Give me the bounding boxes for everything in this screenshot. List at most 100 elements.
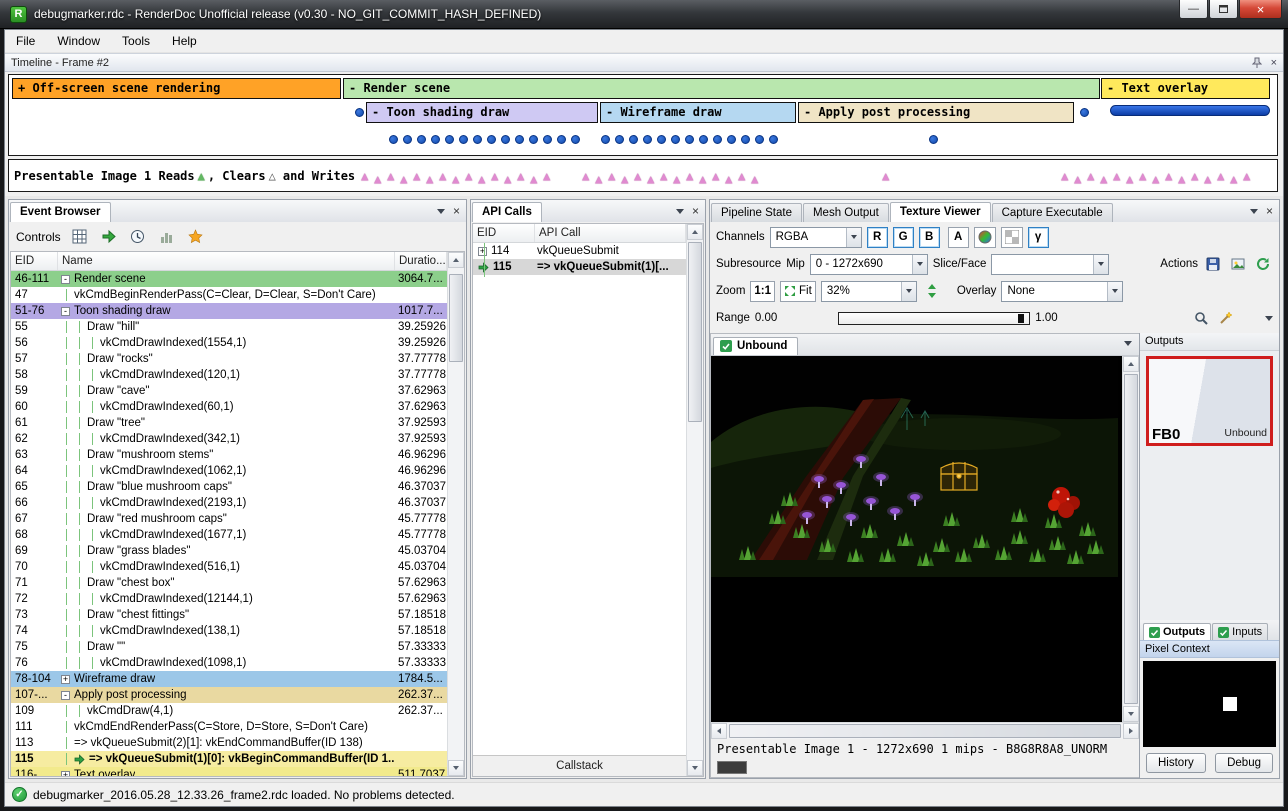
- menu-item-tools[interactable]: Tools: [111, 30, 161, 52]
- event-row[interactable]: 65Draw "blue mushroom caps"46.37037: [11, 479, 447, 495]
- scroll-track[interactable]: [687, 240, 703, 760]
- event-row[interactable]: 58vkCmdDrawIndexed(120,1)37.77778: [11, 367, 447, 383]
- pixel-context-preview[interactable]: [1143, 661, 1276, 747]
- channel-green-button[interactable]: G: [893, 227, 914, 248]
- overlay-select[interactable]: None: [1001, 281, 1123, 302]
- scroll-down-button[interactable]: [1123, 706, 1139, 722]
- api-calls-scrollbar[interactable]: [686, 224, 703, 776]
- save-icon[interactable]: [1203, 254, 1223, 274]
- timeline-titlebar[interactable]: Timeline - Frame #2 ×: [5, 53, 1283, 72]
- draw-event-dot[interactable]: [629, 135, 638, 144]
- event-row[interactable]: 47vkCmdBeginRenderPass(C=Clear, D=Clear,…: [11, 287, 447, 303]
- colorwheel-button[interactable]: [974, 227, 996, 248]
- expander-expand[interactable]: +: [61, 771, 70, 777]
- tab-api-calls[interactable]: API Calls: [472, 202, 542, 222]
- range-min-value[interactable]: 0.00: [755, 312, 777, 324]
- scroll-up-button[interactable]: [1123, 356, 1139, 372]
- texture-viewer-close-icon[interactable]: ×: [1266, 205, 1273, 217]
- menu-item-window[interactable]: Window: [46, 30, 111, 52]
- event-row[interactable]: 107-...-Apply post processing262.37...: [11, 687, 447, 703]
- pin-icon[interactable]: [1252, 57, 1262, 69]
- event-row[interactable]: 60vkCmdDrawIndexed(60,1)37.62963: [11, 399, 447, 415]
- minimize-button[interactable]: —: [1179, 0, 1208, 19]
- timeline-close-icon[interactable]: ×: [1271, 57, 1277, 69]
- draw-event-dot[interactable]: [601, 135, 610, 144]
- col-api-eid[interactable]: EID: [473, 224, 535, 242]
- event-row[interactable]: 62vkCmdDrawIndexed(342,1)37.92593: [11, 431, 447, 447]
- draw-event-dot[interactable]: [557, 135, 566, 144]
- goto-eid-icon[interactable]: [99, 227, 119, 247]
- tab-outputs[interactable]: Outputs: [1143, 623, 1211, 640]
- draw-event-dot[interactable]: [529, 135, 538, 144]
- draw-event-dot[interactable]: [929, 135, 938, 144]
- channel-blue-button[interactable]: B: [919, 227, 940, 248]
- event-row[interactable]: 63Draw "mushroom stems"46.96296: [11, 447, 447, 463]
- draw-event-dot[interactable]: [487, 135, 496, 144]
- menu-item-help[interactable]: Help: [161, 30, 208, 52]
- timeline-bar-render-scene[interactable]: - Render scene: [343, 78, 1100, 99]
- tab-pipeline-state[interactable]: Pipeline State: [711, 203, 802, 222]
- event-browser-close-icon[interactable]: ×: [453, 205, 460, 217]
- draw-event-dot[interactable]: [571, 135, 580, 144]
- panel-menu-caret-icon[interactable]: [437, 209, 445, 214]
- checkerboard-button[interactable]: [1001, 227, 1023, 248]
- event-row[interactable]: 75Draw ""57.33333: [11, 639, 447, 655]
- scroll-right-button[interactable]: [1123, 723, 1139, 739]
- scroll-thumb[interactable]: [688, 242, 702, 422]
- draw-event-dot[interactable]: [671, 135, 680, 144]
- scroll-track[interactable]: [1123, 372, 1139, 706]
- history-button[interactable]: History: [1146, 753, 1206, 773]
- draw-event-dot[interactable]: [431, 135, 440, 144]
- draw-event-dot[interactable]: [473, 135, 482, 144]
- event-row[interactable]: 64vkCmdDrawIndexed(1062,1)46.96296: [11, 463, 447, 479]
- debug-button[interactable]: Debug: [1215, 753, 1273, 773]
- event-row[interactable]: 67Draw "red mushroom caps"45.77778: [11, 511, 447, 527]
- timeline-text-overlay-range[interactable]: [1110, 105, 1270, 116]
- expander-expand[interactable]: +: [478, 247, 487, 256]
- draw-event-dot[interactable]: [543, 135, 552, 144]
- expander-collapse[interactable]: -: [61, 307, 70, 316]
- draw-event-dot[interactable]: [741, 135, 750, 144]
- maximize-button[interactable]: [1209, 0, 1238, 19]
- col-name[interactable]: Name: [58, 252, 395, 270]
- event-row[interactable]: 61Draw "tree"37.92593: [11, 415, 447, 431]
- toolbar-overflow-caret-icon[interactable]: [1265, 316, 1273, 321]
- api-call-row[interactable]: +114vkQueueSubmit: [473, 243, 686, 259]
- event-row[interactable]: 51-76-Toon shading draw1017.7...: [11, 303, 447, 319]
- timeline-bar-offscreen[interactable]: + Off-screen scene rendering: [12, 78, 341, 99]
- draw-event-dot[interactable]: [389, 135, 398, 144]
- api-calls-close-icon[interactable]: ×: [692, 205, 699, 217]
- tab-event-browser[interactable]: Event Browser: [10, 202, 111, 222]
- fit-height-icon[interactable]: [922, 281, 942, 301]
- zoom-select[interactable]: 32%: [821, 281, 917, 302]
- scroll-thumb[interactable]: [1124, 374, 1138, 704]
- draw-event-dot[interactable]: [755, 135, 764, 144]
- texture-image[interactable]: [711, 356, 1118, 577]
- draw-event-dot[interactable]: [699, 135, 708, 144]
- event-row[interactable]: 109vkCmdDraw(4,1)262.37...: [11, 703, 447, 719]
- col-api-call[interactable]: API Call: [535, 224, 686, 242]
- range-slider-thumb[interactable]: [1018, 314, 1024, 323]
- picture-icon[interactable]: [1228, 254, 1248, 274]
- draw-event-dot[interactable]: [727, 135, 736, 144]
- scroll-left-button[interactable]: [711, 723, 727, 739]
- event-row[interactable]: 116-...+Text overlay511.7037: [11, 767, 447, 776]
- callstack-panel[interactable]: Callstack: [473, 755, 686, 776]
- scroll-track[interactable]: [727, 723, 1123, 739]
- event-row[interactable]: 57Draw "rocks"37.77778: [11, 351, 447, 367]
- timeline-bar-post[interactable]: - Apply post processing: [798, 102, 1074, 123]
- event-row[interactable]: 56vkCmdDrawIndexed(1554,1)39.25926: [11, 335, 447, 351]
- bookmark-icon[interactable]: [186, 227, 206, 247]
- draw-event-dot[interactable]: [643, 135, 652, 144]
- timeline-dot-render-begin[interactable]: [355, 108, 364, 117]
- panel-menu-caret-icon[interactable]: [676, 209, 684, 214]
- draw-event-dot[interactable]: [657, 135, 666, 144]
- event-row[interactable]: 66vkCmdDrawIndexed(2193,1)46.37037: [11, 495, 447, 511]
- draw-event-dot[interactable]: [501, 135, 510, 144]
- event-row[interactable]: 113=> vkQueueSubmit(2)[1]: vkEndCommandB…: [11, 735, 447, 751]
- timeline-bar-toon[interactable]: - Toon shading draw: [366, 102, 598, 123]
- timeline-bar-wireframe[interactable]: - Wireframe draw: [600, 102, 796, 123]
- event-row[interactable]: 55Draw "hill"39.25926: [11, 319, 447, 335]
- api-call-row[interactable]: 115=> vkQueueSubmit(1)[...: [473, 259, 686, 275]
- expander-expand[interactable]: +: [61, 675, 70, 684]
